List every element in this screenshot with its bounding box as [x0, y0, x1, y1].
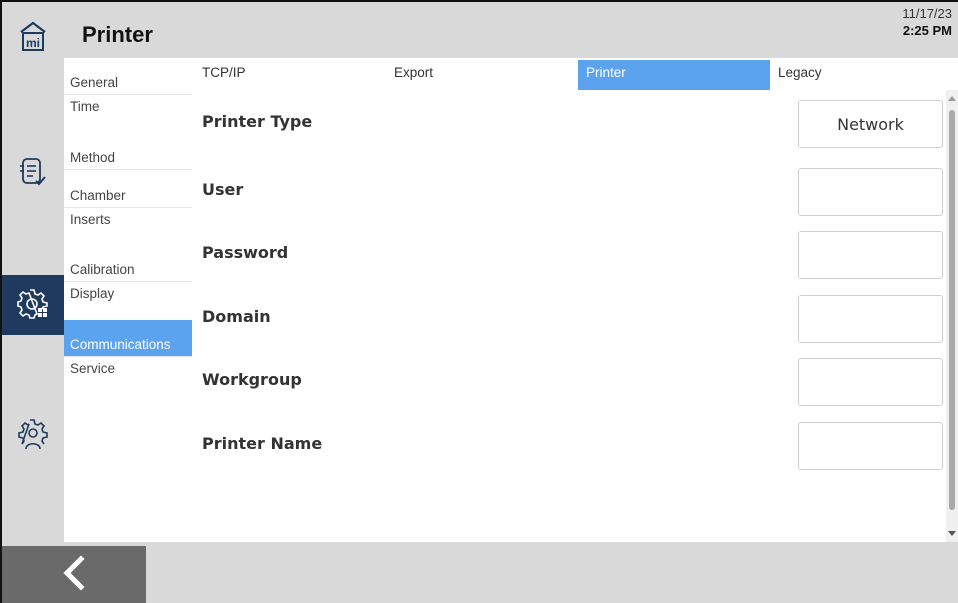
tab-printer[interactable]: Printer — [578, 60, 770, 90]
nav-item-calibration[interactable]: Calibration — [64, 245, 192, 283]
header-bar: Printer 11/17/23 2:25 PM — [64, 2, 958, 58]
workgroup-label: Workgroup — [202, 370, 302, 389]
settings-nav: General Time Method Chamber Inserts Cali… — [64, 58, 192, 542]
time-display: 2:25 PM — [902, 23, 952, 38]
method-nav-button[interactable] — [2, 144, 64, 204]
nav-item-label: Chamber — [70, 187, 126, 203]
nav-item-inserts[interactable]: Inserts — [64, 208, 192, 245]
page-title: Printer — [82, 22, 153, 47]
nav-item-label: Display — [70, 286, 115, 302]
password-field[interactable] — [798, 231, 943, 279]
left-rail: mi — [2, 2, 64, 542]
tab-tcpip[interactable]: TCP/IP — [194, 60, 386, 90]
footer-bar — [2, 542, 958, 603]
nav-item-label: Communications — [70, 337, 171, 353]
home-button[interactable]: mi — [2, 12, 64, 66]
password-label: Password — [202, 243, 289, 262]
printer-name-field[interactable] — [798, 422, 943, 470]
printer-name-label: Printer Name — [202, 434, 323, 453]
nav-item-communications[interactable]: Communications — [64, 319, 192, 358]
scroll-down-arrow-icon[interactable] — [948, 531, 956, 536]
nav-item-service[interactable]: Service — [64, 357, 192, 394]
nav-item-chamber[interactable]: Chamber — [64, 170, 192, 208]
app-window: mi Printer 11/17/23 2:25 PM General Time… — [0, 0, 958, 603]
chevron-left-icon — [59, 555, 89, 596]
domain-label: Domain — [202, 307, 271, 326]
method-checklist-icon — [18, 156, 48, 193]
user-label: User — [202, 180, 244, 199]
nav-item-display[interactable]: Display — [64, 282, 192, 319]
nav-item-label: General — [70, 75, 119, 91]
nav-item-label: Service — [70, 361, 116, 377]
nav-item-time[interactable]: Time — [64, 95, 192, 132]
service-nav-button[interactable] — [2, 407, 64, 467]
nav-item-method[interactable]: Method — [64, 133, 192, 171]
nav-item-label: Inserts — [70, 211, 111, 227]
nav-item-label: Time — [70, 99, 100, 115]
domain-field[interactable] — [798, 295, 943, 343]
printer-type-label: Printer Type — [202, 112, 313, 131]
date-display: 11/17/23 — [902, 6, 952, 21]
nav-item-general[interactable]: General — [64, 58, 192, 96]
home-mi-icon: mi — [18, 20, 48, 59]
tab-bar: TCP/IP Export Printer Legacy — [194, 58, 958, 90]
service-gear-person-icon — [17, 418, 49, 457]
nav-item-label: Method — [70, 150, 116, 166]
printer-settings-form: Printer Type Network User Password Domai… — [194, 90, 943, 542]
workgroup-field[interactable] — [798, 358, 943, 406]
form-scrollbar[interactable] — [946, 90, 958, 542]
settings-grid-icon — [17, 287, 49, 324]
scroll-thumb[interactable] — [949, 110, 955, 510]
tab-legacy[interactable]: Legacy — [770, 60, 950, 90]
settings-nav-button[interactable] — [2, 275, 64, 335]
scroll-up-arrow-icon[interactable] — [948, 96, 956, 101]
svg-text:mi: mi — [26, 36, 40, 50]
printer-type-button[interactable]: Network — [798, 100, 943, 148]
back-button[interactable] — [2, 546, 146, 603]
user-field[interactable] — [798, 168, 943, 216]
tab-export[interactable]: Export — [386, 60, 578, 90]
nav-item-label: Calibration — [70, 262, 135, 278]
